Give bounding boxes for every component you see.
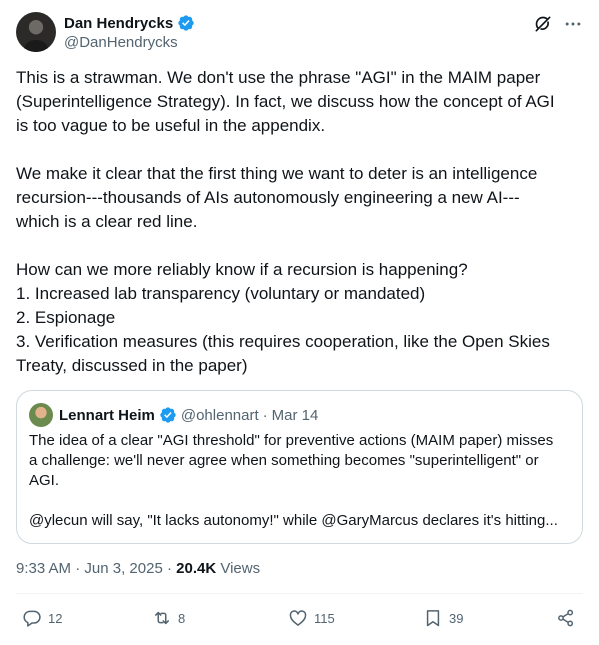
tweet-paragraph-1: This is a strawman. We don't use the phr…	[16, 68, 555, 135]
heart-icon	[289, 610, 307, 626]
reply-button[interactable]: 12	[22, 608, 62, 628]
more-icon[interactable]	[563, 14, 583, 34]
quoted-tweet-text: The idea of a clear "AGI threshold" for …	[29, 431, 570, 531]
share-button[interactable]	[556, 608, 576, 628]
author-info: Dan Hendrycks @DanHendrycks	[64, 13, 195, 51]
quoted-tweet-date: Mar 14	[271, 406, 319, 424]
reply-count: 12	[48, 610, 63, 626]
bookmark-icon	[426, 610, 440, 627]
quoted-author-avatar	[29, 403, 53, 427]
quoted-paragraph-1: The idea of a clear "AGI threshold" for …	[29, 432, 554, 489]
repost-button[interactable]: 8	[152, 608, 185, 628]
quoted-author-name: Lennart Heim	[59, 406, 155, 424]
divider	[16, 593, 583, 594]
verified-badge-icon	[178, 15, 194, 31]
grok-icon[interactable]	[533, 14, 553, 34]
like-button[interactable]: 115	[288, 608, 335, 628]
separator-dot: ·	[166, 560, 177, 577]
author-handle[interactable]: @DanHendrycks	[64, 34, 195, 51]
separator-dot: ·	[262, 406, 268, 424]
bookmark-count: 39	[449, 610, 464, 626]
quoted-author-handle: @ohlennart	[180, 406, 259, 424]
tweet: Dan Hendrycks @DanHendrycks This is a st…	[0, 0, 599, 645]
views-label: Views	[220, 560, 261, 577]
verified-badge-icon	[160, 407, 176, 423]
tweet-timestamp-views: 9:33 AM · Jun 3, 2025 · 20.4K Views	[16, 560, 260, 577]
repost-icon	[155, 611, 169, 625]
separator-dot: ·	[75, 560, 85, 577]
quoted-tweet-header: Lennart Heim @ohlennart · Mar 14	[29, 403, 570, 427]
tweet-paragraph-3: How can we more reliably know if a recur…	[16, 260, 550, 375]
quoted-tweet[interactable]: Lennart Heim @ohlennart · Mar 14 The ide…	[16, 390, 583, 544]
like-count: 115	[314, 610, 335, 626]
tweet-paragraph-2: We make it clear that the first thing we…	[16, 164, 538, 231]
author-display-name[interactable]: Dan Hendrycks	[64, 15, 173, 32]
author-avatar[interactable]	[16, 12, 56, 52]
quoted-paragraph-2: @ylecun will say, "It lacks autonomy!" w…	[29, 512, 558, 529]
reply-icon	[23, 610, 41, 627]
tweet-text: This is a strawman. We don't use the phr…	[16, 66, 579, 378]
tweet-time[interactable]: 9:33 AM	[16, 560, 71, 577]
tweet-date[interactable]: Jun 3, 2025	[84, 560, 162, 577]
share-icon	[558, 609, 574, 627]
tweet-header: Dan Hendrycks @DanHendrycks	[16, 12, 583, 56]
header-actions	[533, 14, 583, 34]
bookmark-button[interactable]: 39	[423, 608, 463, 628]
views-count: 20.4K	[176, 560, 217, 577]
tweet-actions: 12 8 115 39	[16, 608, 583, 634]
repost-count: 8	[178, 610, 186, 626]
